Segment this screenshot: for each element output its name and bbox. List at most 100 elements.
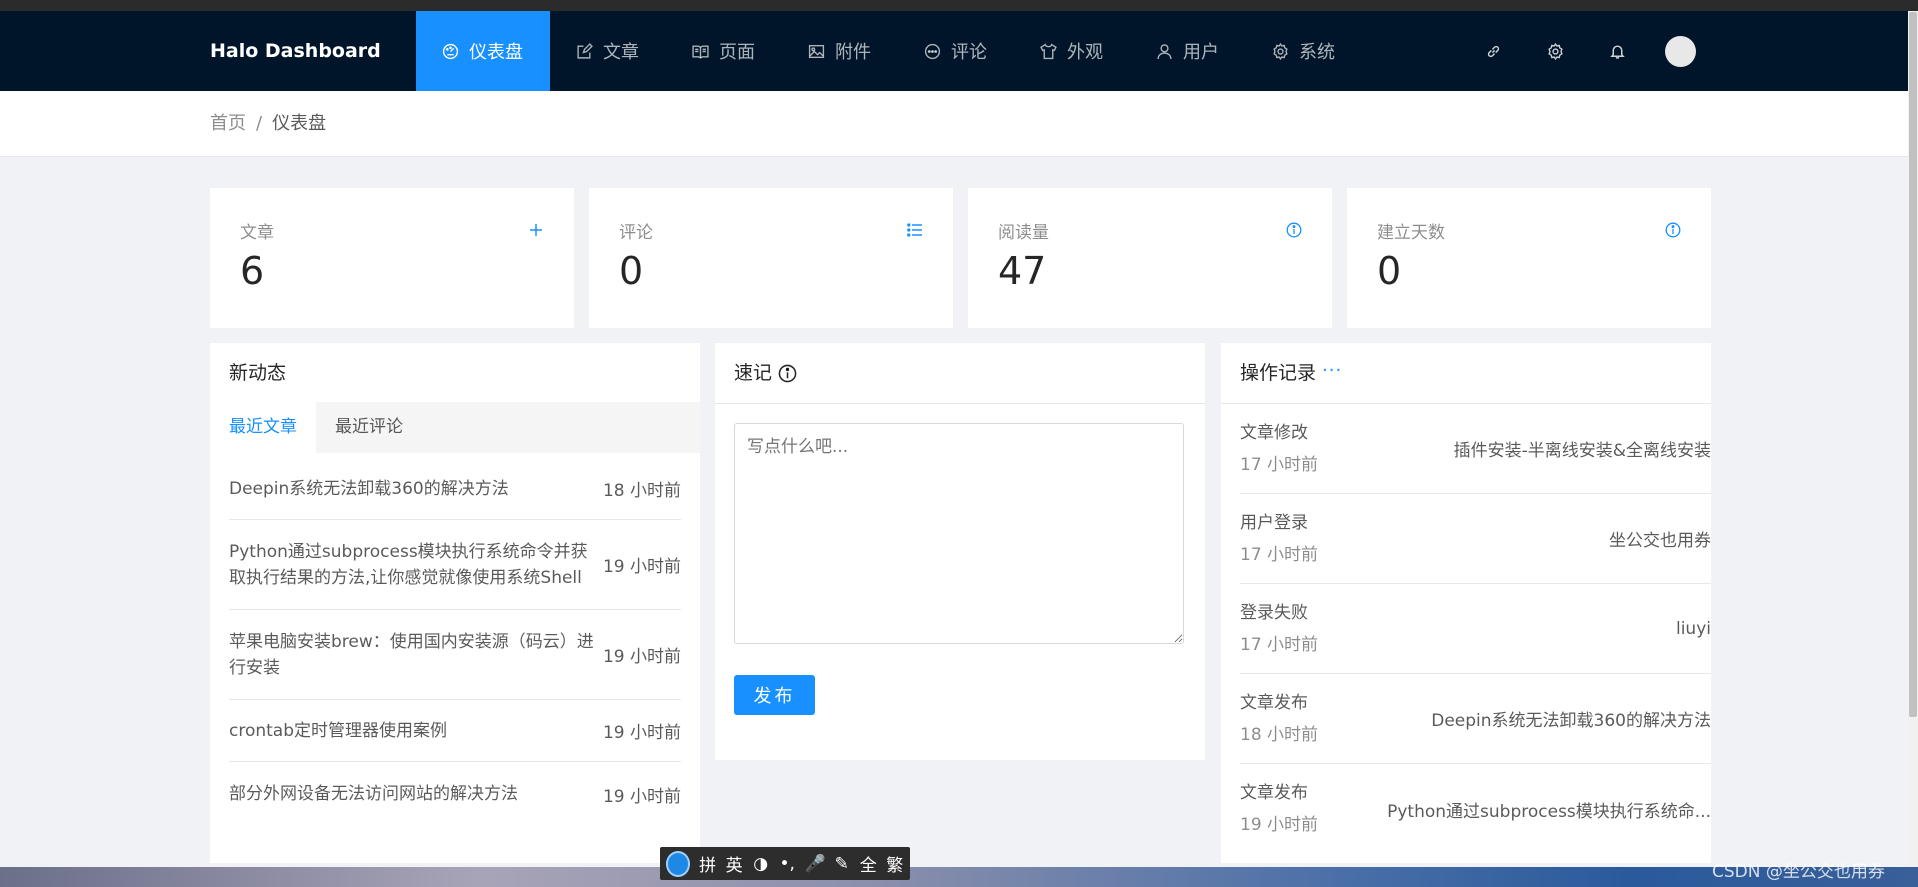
nav-label: 附件 [835, 42, 871, 63]
bell-icon [1609, 44, 1625, 59]
post-title[interactable]: 苹果电脑安装brew：使用国内安装源（码云）进行安装 [229, 629, 601, 681]
edit-icon [577, 42, 593, 59]
notifications-button[interactable] [1586, 11, 1648, 91]
breadcrumb: 首页 / 仪表盘 [210, 91, 326, 157]
stat-card-posts: 文章 6 [210, 188, 574, 328]
activity-card: 新动态 最近文章 最近评论 Deepin系统无法卸载360的解决方法 18 小时… [210, 343, 700, 863]
list-icon[interactable] [907, 222, 923, 238]
nav-item-users[interactable]: 用户 [1130, 11, 1246, 91]
settings-button[interactable] [1524, 11, 1586, 91]
ime-key[interactable]: 🎤 [804, 854, 825, 874]
dashboard-icon [442, 43, 459, 59]
stat-label: 文章 [240, 223, 274, 243]
ime-key[interactable]: •, [778, 854, 797, 874]
stat-label: 建立天数 [1377, 223, 1445, 243]
more-icon[interactable]: ··· [1322, 340, 1342, 401]
operation-log-list: 文章修改 17 小时前 插件安装-半离线安装&全离线安装 用户登录 17 小时前 坐… [1240, 404, 1711, 854]
nav-item-pages[interactable]: 页面 [666, 11, 782, 91]
recent-posts-list: Deepin系统无法卸载360的解决方法 18 小时前 Python通过subp… [229, 458, 681, 826]
gear-icon [1547, 42, 1563, 60]
nav-label: 页面 [719, 42, 755, 63]
ime-key[interactable]: ✎ [832, 854, 851, 874]
user-icon [1157, 43, 1172, 59]
stat-value: 0 [619, 249, 644, 293]
operation-log-card: 操作记录 ··· 文章修改 17 小时前 插件安装-半离线安装&全离线安装 用户登… [1221, 343, 1711, 863]
memo-title: 速记 [734, 361, 773, 384]
log-action: 用户登录 [1240, 512, 1308, 533]
window-top-strip [0, 0, 1918, 11]
log-action: 文章发布 [1240, 692, 1308, 713]
list-item[interactable]: Deepin系统无法卸载360的解决方法 18 小时前 [229, 458, 681, 520]
info-icon[interactable] [778, 364, 797, 383]
ime-key[interactable]: 繁 [885, 851, 904, 876]
log-title: 操作记录 [1240, 361, 1317, 384]
post-title[interactable]: crontab定时管理器使用案例 [229, 718, 601, 744]
list-item[interactable]: 苹果电脑安装brew：使用国内安装源（码云）进行安装 19 小时前 [229, 610, 681, 700]
list-item[interactable]: crontab定时管理器使用案例 19 小时前 [229, 700, 681, 762]
stat-value: 6 [240, 249, 265, 293]
post-title[interactable]: Python通过subprocess模块执行系统命令并获取执行结果的方法,让你感… [229, 539, 601, 591]
nav-label: 仪表盘 [469, 42, 523, 63]
publish-button[interactable]: 发布 [734, 675, 815, 715]
log-time: 19 小时前 [1240, 815, 1319, 835]
scrollbar-thumb[interactable] [1909, 12, 1917, 717]
list-item: 用户登录 17 小时前 坐公交也用券 [1240, 494, 1711, 584]
card-title: 新动态 [229, 362, 287, 384]
info-icon[interactable] [1665, 222, 1681, 238]
log-target: Deepin系统无法卸载360的解决方法 [1431, 711, 1711, 731]
stat-label: 阅读量 [998, 223, 1049, 243]
watermark: CSDN @坐公交也用券 [1712, 862, 1885, 882]
list-item: 文章修改 17 小时前 插件安装-半离线安装&全离线安装 [1240, 404, 1711, 494]
card-title: 速记 [715, 343, 1205, 404]
post-time: 19 小时前 [602, 557, 681, 577]
log-action: 登录失败 [1240, 602, 1308, 623]
nav-item-dashboard[interactable]: 仪表盘 [416, 11, 550, 91]
nav-label: 用户 [1183, 42, 1219, 63]
nav-item-posts[interactable]: 文章 [550, 11, 666, 91]
breadcrumb-home[interactable]: 首页 [210, 113, 246, 134]
memo-textarea[interactable] [734, 423, 1184, 644]
stat-value: 47 [998, 249, 1047, 293]
avatar[interactable] [1665, 35, 1696, 67]
log-target: 插件安装-半离线安装&全离线安装 [1453, 441, 1711, 461]
app-logo[interactable]: Halo Dashboard [210, 11, 381, 91]
post-title[interactable]: Deepin系统无法卸载360的解决方法 [229, 476, 601, 502]
nav-item-comments[interactable]: 评论 [898, 11, 1014, 91]
list-item[interactable]: 部分外网设备无法访问网站的解决方法 19 小时前 [229, 762, 681, 826]
log-target: 坐公交也用券 [1609, 531, 1711, 551]
ime-logo-icon[interactable] [666, 850, 691, 877]
breadcrumb-separator: / [256, 113, 263, 134]
nav-item-appearance[interactable]: 外观 [1014, 11, 1130, 91]
activity-tabs: 最近文章 最近评论 [210, 402, 700, 453]
log-target: Python通过subprocess模块执行系统命... [1387, 801, 1711, 822]
memo-card: 速记 发布 [715, 343, 1205, 760]
link-button[interactable] [1462, 11, 1524, 91]
picture-icon [808, 44, 825, 58]
nav-item-attachments[interactable]: 附件 [782, 11, 898, 91]
post-title[interactable]: 部分外网设备无法访问网站的解决方法 [229, 781, 601, 807]
log-time: 17 小时前 [1240, 544, 1319, 565]
ime-key[interactable]: ◑ [751, 854, 770, 874]
nav-label: 外观 [1067, 42, 1103, 63]
ime-toolbar: 拼 英 ◑ •, 🎤 ✎ 全 繁 [660, 847, 910, 880]
tab-recent-posts[interactable]: 最近文章 [210, 402, 316, 453]
log-time: 18 小时前 [1240, 724, 1319, 745]
ime-key[interactable]: 拼 [698, 851, 717, 876]
list-item: 登录失败 17 小时前 liuyi [1240, 584, 1711, 674]
ime-key[interactable]: 英 [725, 851, 744, 876]
post-time: 19 小时前 [602, 723, 681, 743]
tab-recent-comments[interactable]: 最近评论 [316, 402, 422, 453]
nav-label: 评论 [951, 42, 987, 63]
plus-icon[interactable] [528, 222, 544, 238]
nav-item-system[interactable]: 系统 [1246, 11, 1362, 91]
nav-label: 系统 [1299, 42, 1335, 63]
list-item[interactable]: Python通过subprocess模块执行系统命令并获取执行结果的方法,让你感… [229, 520, 681, 610]
ime-key[interactable]: 全 [859, 851, 878, 876]
post-time: 18 小时前 [602, 481, 681, 501]
skin-icon [1040, 43, 1057, 59]
book-icon [692, 44, 709, 59]
info-icon[interactable] [1286, 222, 1302, 238]
stat-card-comments: 评论 0 [589, 188, 953, 328]
stat-label: 评论 [619, 223, 653, 243]
list-item: 文章发布 19 小时前 Python通过subprocess模块执行系统命... [1240, 764, 1711, 854]
